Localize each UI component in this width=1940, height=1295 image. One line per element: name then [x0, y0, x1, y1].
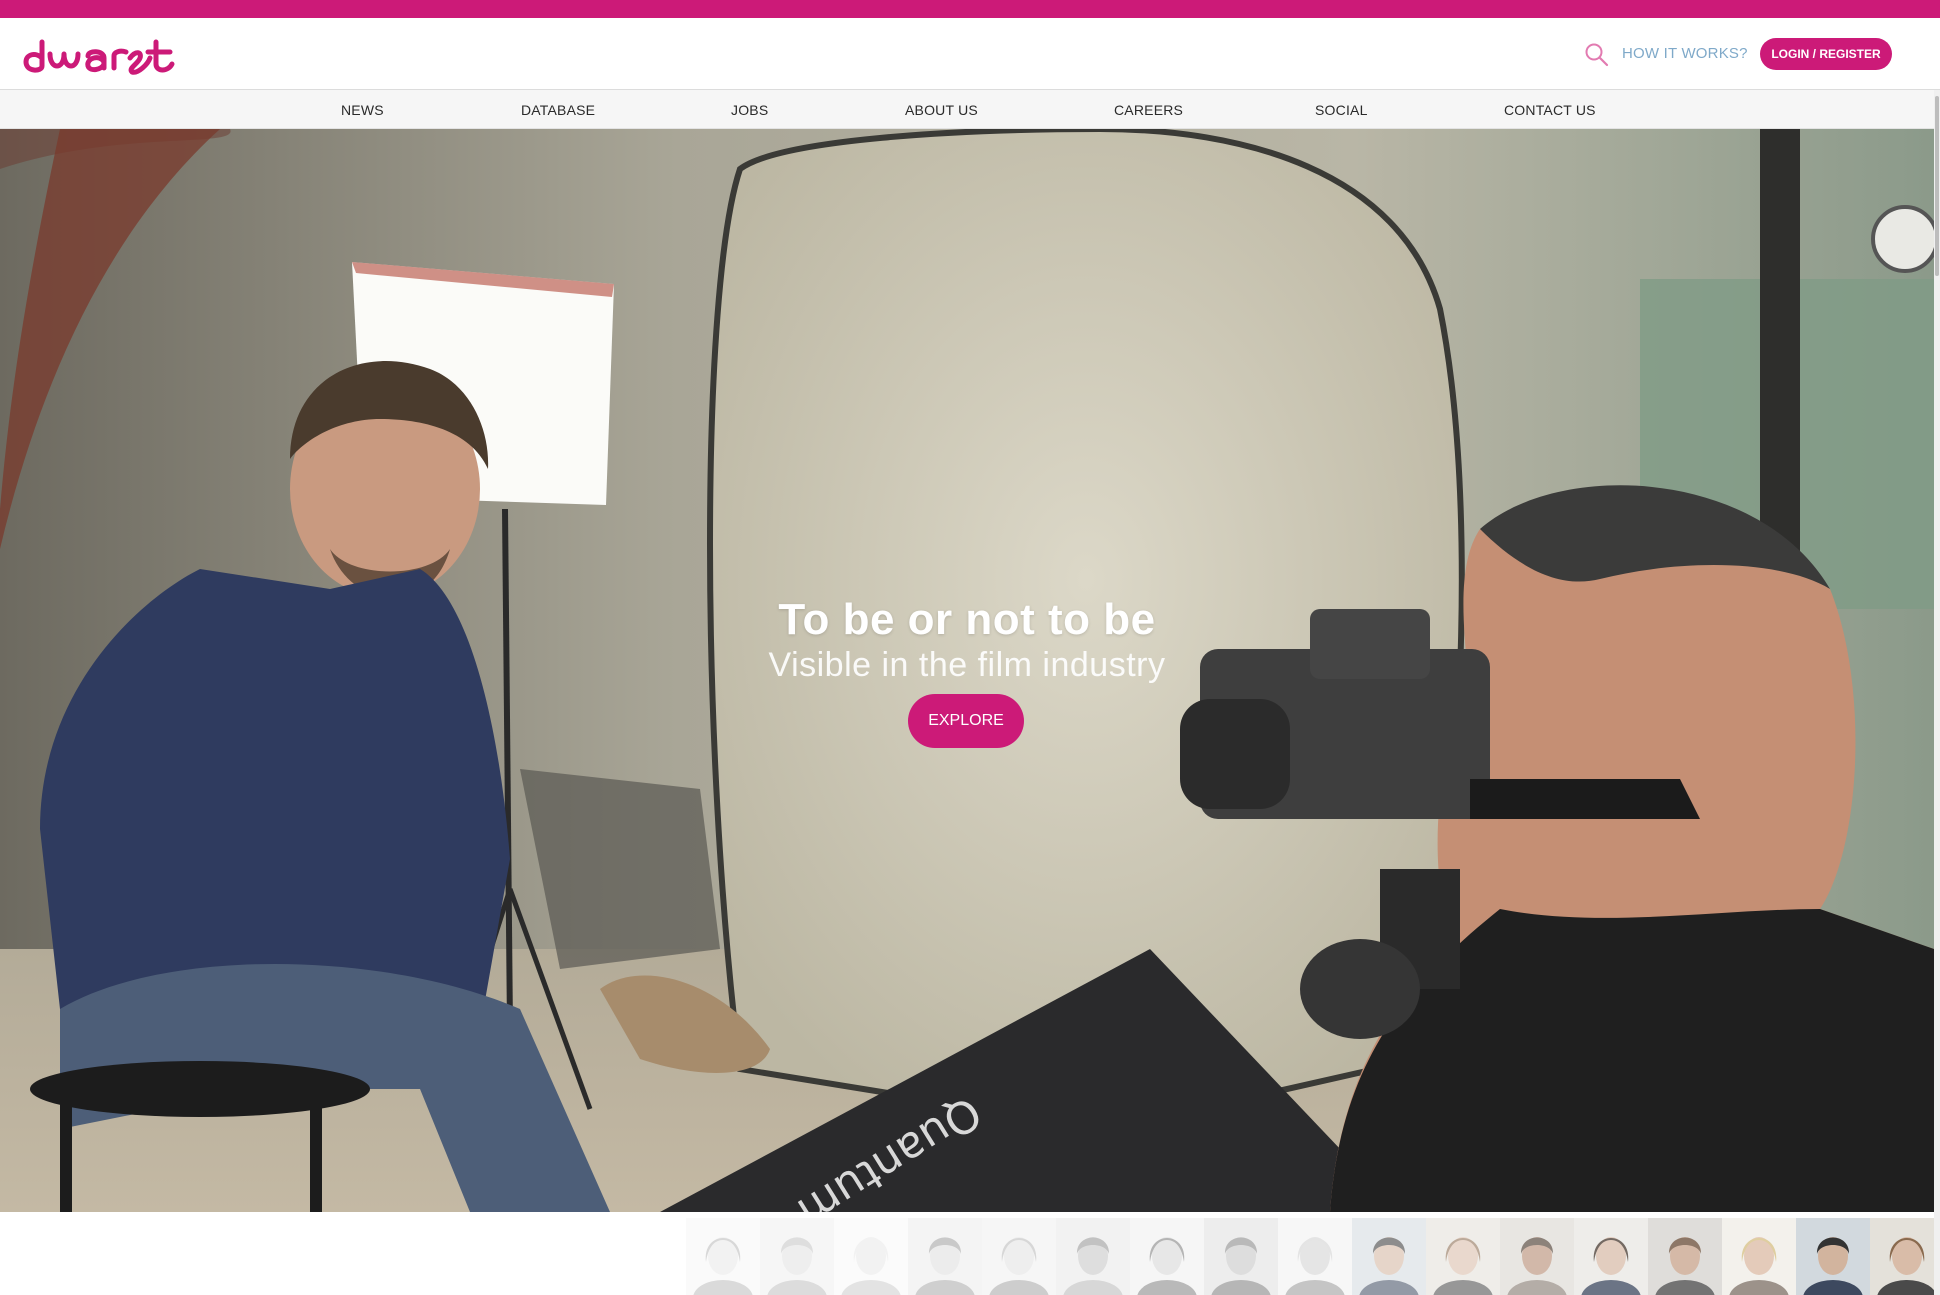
- face-portrait-icon: [1648, 1218, 1722, 1295]
- face-portrait-icon: [1056, 1218, 1130, 1295]
- site-logo[interactable]: [22, 34, 176, 76]
- member-face-thumbnail[interactable]: [1426, 1218, 1500, 1295]
- main-nav: NEWS DATABASE JOBS ABOUT US CAREERS SOCI…: [0, 90, 1940, 129]
- face-portrait-icon: [686, 1218, 760, 1295]
- member-face-thumbnail[interactable]: [1870, 1218, 1934, 1295]
- hero-subtitle: Visible in the film industry: [768, 646, 1166, 684]
- how-it-works-link[interactable]: HOW IT WORKS?: [1622, 45, 1748, 62]
- nav-item-careers[interactable]: CAREERS: [1114, 102, 1183, 118]
- member-faces-strip: [0, 1212, 1934, 1295]
- member-face-thumbnail[interactable]: [908, 1218, 982, 1295]
- face-portrait-icon: [834, 1218, 908, 1295]
- nav-item-jobs[interactable]: JOBS: [731, 102, 768, 118]
- face-portrait-icon: [1500, 1218, 1574, 1295]
- member-face-thumbnail[interactable]: [686, 1218, 760, 1295]
- faces-row: [686, 1218, 1934, 1295]
- member-face-thumbnail[interactable]: [1204, 1218, 1278, 1295]
- member-face-thumbnail[interactable]: [1722, 1218, 1796, 1295]
- top-accent-bar: [0, 0, 1940, 18]
- nav-item-about-us[interactable]: ABOUT US: [905, 102, 978, 118]
- face-portrait-icon: [1426, 1218, 1500, 1295]
- face-portrait-icon: [1574, 1218, 1648, 1295]
- nav-item-contact-us[interactable]: CONTACT US: [1504, 102, 1596, 118]
- face-portrait-icon: [1352, 1218, 1426, 1295]
- nav-item-news[interactable]: NEWS: [341, 102, 384, 118]
- member-face-thumbnail[interactable]: [760, 1218, 834, 1295]
- face-portrait-icon: [1278, 1218, 1352, 1295]
- member-face-thumbnail[interactable]: [1500, 1218, 1574, 1295]
- face-portrait-icon: [1796, 1218, 1870, 1295]
- member-face-thumbnail[interactable]: [1648, 1218, 1722, 1295]
- scrollbar-thumb[interactable]: [1935, 96, 1939, 276]
- face-portrait-icon: [1722, 1218, 1796, 1295]
- member-face-thumbnail[interactable]: [982, 1218, 1056, 1295]
- member-face-thumbnail[interactable]: [834, 1218, 908, 1295]
- member-face-thumbnail[interactable]: [1796, 1218, 1870, 1295]
- member-face-thumbnail[interactable]: [1574, 1218, 1648, 1295]
- face-portrait-icon: [1870, 1218, 1934, 1295]
- nav-item-database[interactable]: DATABASE: [521, 102, 595, 118]
- member-face-thumbnail[interactable]: [1278, 1218, 1352, 1295]
- member-face-thumbnail[interactable]: [1056, 1218, 1130, 1295]
- face-portrait-icon: [1204, 1218, 1278, 1295]
- nav-item-social[interactable]: SOCIAL: [1315, 102, 1368, 118]
- search-icon[interactable]: [1584, 42, 1610, 68]
- face-portrait-icon: [1130, 1218, 1204, 1295]
- hero-title: To be or not to be: [778, 595, 1156, 644]
- face-portrait-icon: [982, 1218, 1056, 1295]
- member-face-thumbnail[interactable]: [1130, 1218, 1204, 1295]
- hero-banner: Quantum To be or not to be Visible in th…: [0, 129, 1934, 1212]
- face-portrait-icon: [760, 1218, 834, 1295]
- site-header: HOW IT WORKS? LOGIN / REGISTER: [0, 18, 1940, 90]
- dwart-logo-icon: [23, 39, 175, 75]
- face-portrait-icon: [908, 1218, 982, 1295]
- explore-button[interactable]: EXPLORE: [908, 694, 1024, 748]
- login-register-button[interactable]: LOGIN / REGISTER: [1760, 38, 1892, 70]
- member-face-thumbnail[interactable]: [1352, 1218, 1426, 1295]
